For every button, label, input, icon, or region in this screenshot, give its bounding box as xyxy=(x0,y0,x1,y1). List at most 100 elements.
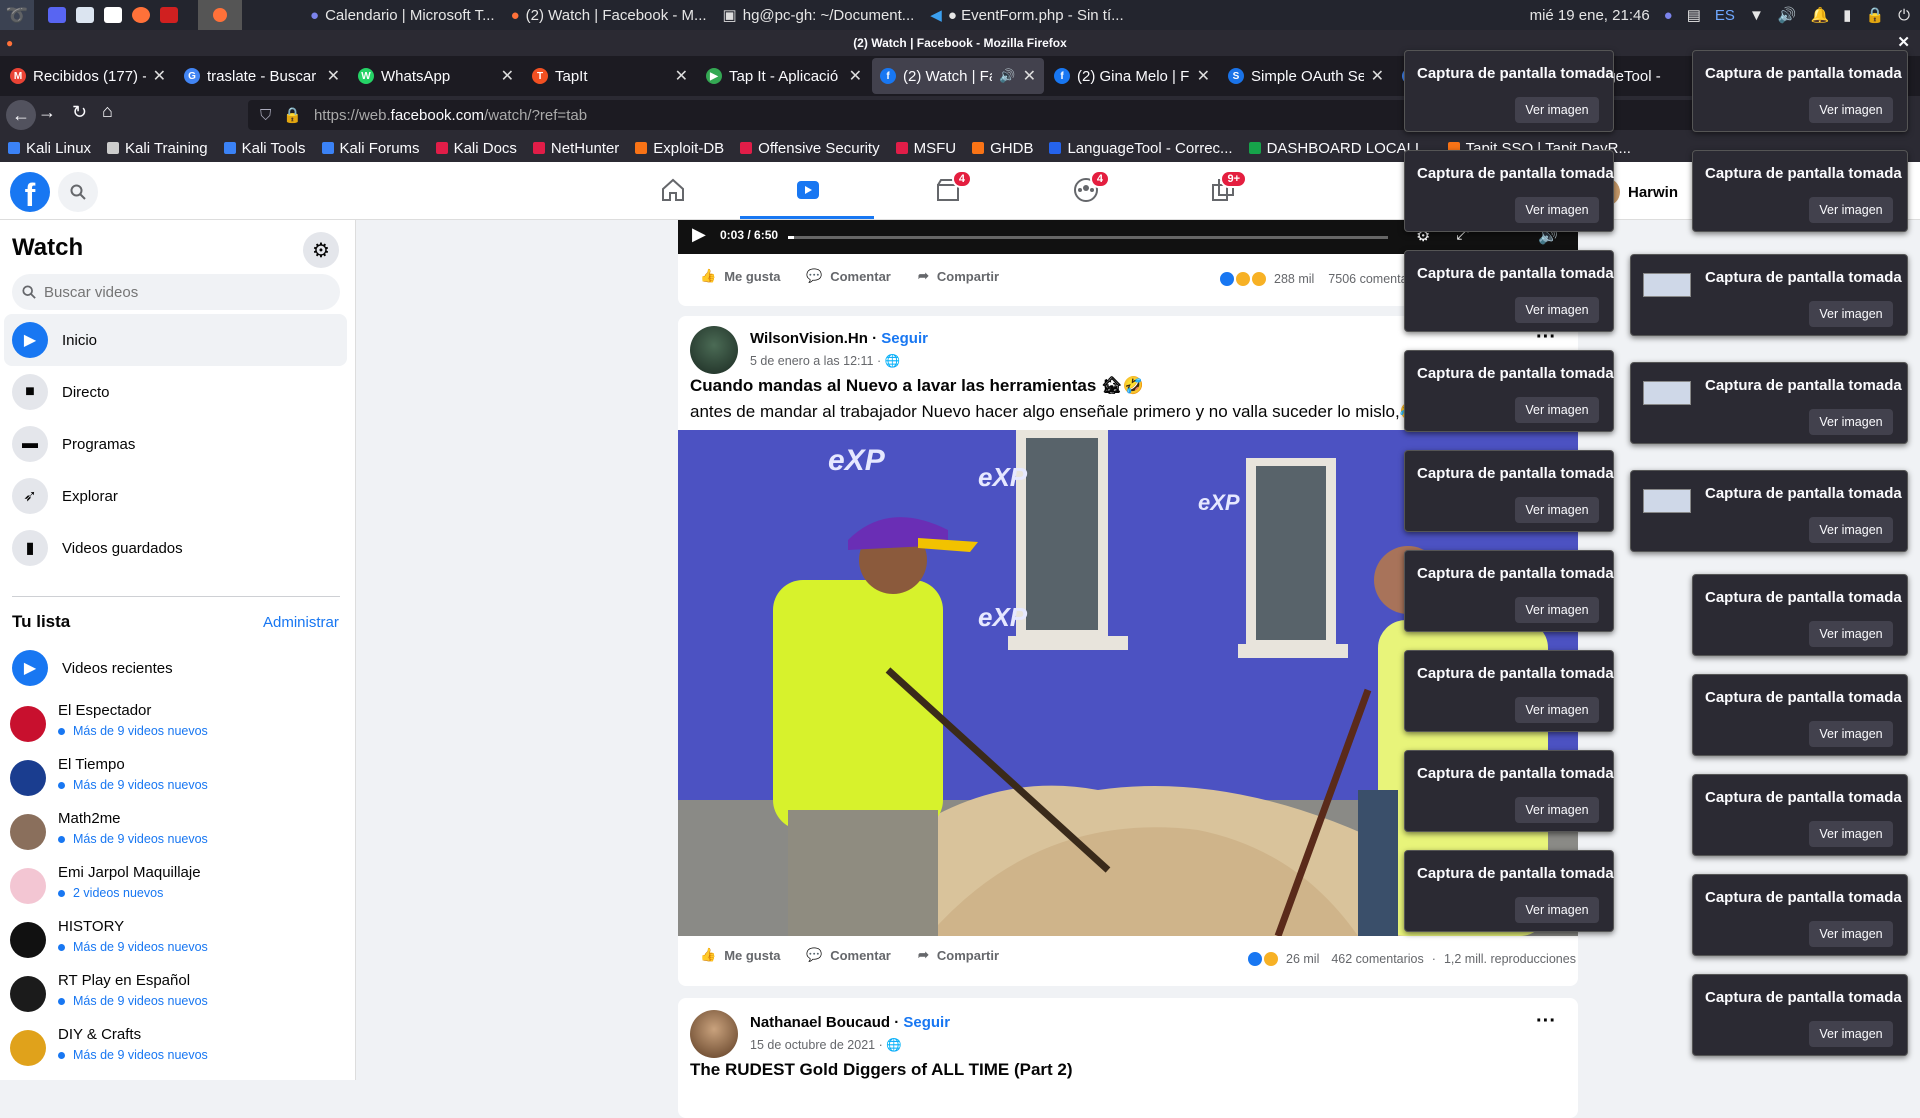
bookmark-item[interactable]: Kali Tools xyxy=(223,140,306,157)
screenshot-notification[interactable]: Captura de pantalla tomada Ver imagen xyxy=(1692,50,1908,132)
channel-item[interactable]: El Tiempo Más de 9 videos nuevos xyxy=(10,756,350,804)
view-image-button[interactable]: Ver imagen xyxy=(1809,301,1893,327)
nav-marketplace[interactable]: 4 xyxy=(928,170,972,208)
browser-tab[interactable]: M Recibidos (177) - ✕ xyxy=(2,58,174,94)
search-videos-input[interactable] xyxy=(44,283,324,301)
lock-icon[interactable]: 🔒 xyxy=(1865,6,1884,24)
nav-watch[interactable] xyxy=(788,172,828,208)
view-image-button[interactable]: Ver imagen xyxy=(1515,97,1599,123)
screenshot-notification[interactable]: Captura de pantalla tomada Ver imagen xyxy=(1692,774,1908,856)
post-author[interactable]: Nathanael Boucaud · Seguir xyxy=(750,1014,950,1031)
home-icon[interactable]: ⌂ xyxy=(102,101,113,122)
nav-gaming[interactable]: 9+ xyxy=(1203,170,1247,208)
clock[interactable]: mié 19 ene, 21:46 xyxy=(1530,7,1650,24)
active-window-button[interactable] xyxy=(198,0,242,30)
bookmark-item[interactable]: Kali Docs xyxy=(435,140,517,157)
channel-item[interactable]: El Espectador Más de 9 videos nuevos xyxy=(10,702,350,750)
tab-close-icon[interactable]: ✕ xyxy=(1197,66,1210,86)
desktop-icon[interactable] xyxy=(48,7,66,23)
post-author[interactable]: WilsonVision.Hn · Seguir xyxy=(750,330,928,347)
files-icon[interactable] xyxy=(76,7,94,23)
browser-tab[interactable]: f (2) Watch | Fa 🔊 ✕ xyxy=(872,58,1044,94)
browser-tab[interactable]: S Simple OAuth Se ✕ xyxy=(1220,58,1392,94)
taskbar-item[interactable]: ● Calendario | Microsoft T... xyxy=(302,0,503,30)
view-image-button[interactable]: Ver imagen xyxy=(1515,897,1599,923)
screenshot-notification[interactable]: Captura de pantalla tomada Ver imagen xyxy=(1692,874,1908,956)
sidebar-item-videos-guardados[interactable]: ▮ Videos guardados xyxy=(4,522,347,574)
sidebar-item-recent-videos[interactable]: ▶ Videos recientes xyxy=(4,642,347,694)
like-button[interactable]: 👍 Me gusta xyxy=(700,268,781,284)
comments-count[interactable]: 462 comentarios xyxy=(1331,952,1423,966)
sidebar-item-programas[interactable]: ▬ Programas xyxy=(4,418,347,470)
screenshot-notification[interactable]: Captura de pantalla tomada Ver imagen xyxy=(1404,750,1614,832)
terminal-launch-icon[interactable] xyxy=(160,7,178,23)
nav-home[interactable] xyxy=(653,172,693,208)
tab-close-icon[interactable]: ✕ xyxy=(501,66,514,86)
view-image-button[interactable]: Ver imagen xyxy=(1809,821,1893,847)
bookmark-item[interactable]: Kali Linux xyxy=(8,140,91,157)
screenshot-notification[interactable]: Captura de pantalla tomada Ver imagen xyxy=(1692,574,1908,656)
kali-menu-button[interactable]: ➰ xyxy=(0,0,34,30)
view-image-button[interactable]: Ver imagen xyxy=(1515,397,1599,423)
tab-close-icon[interactable]: ✕ xyxy=(675,66,688,86)
author-avatar[interactable] xyxy=(690,1010,738,1058)
screenshot-notification[interactable]: Captura de pantalla tomada Ver imagen xyxy=(1630,362,1908,444)
reactions-summary[interactable]: 26 mil 462 comentarios · 1,2 mill. repro… xyxy=(1246,950,1576,968)
video-progress-track[interactable] xyxy=(788,236,1388,239)
search-videos-field[interactable] xyxy=(12,274,340,310)
tracking-shield-icon[interactable]: ⛉ xyxy=(260,107,271,124)
like-button[interactable]: 👍 Me gusta xyxy=(700,947,781,963)
view-image-button[interactable]: Ver imagen xyxy=(1809,921,1893,947)
screenshot-notification[interactable]: Captura de pantalla tomada Ver imagen xyxy=(1404,350,1614,432)
editor-icon[interactable] xyxy=(104,7,122,23)
screenshot-notification[interactable]: Captura de pantalla tomada Ver imagen xyxy=(1404,850,1614,932)
reactions-summary[interactable]: 288 mil 7506 comenta xyxy=(1218,270,1408,288)
view-image-button[interactable]: Ver imagen xyxy=(1809,197,1893,223)
share-button[interactable]: ➦ Compartir xyxy=(918,268,999,284)
keyboard-layout[interactable]: ES xyxy=(1715,7,1735,24)
bookmark-item[interactable]: LanguageTool - Correc... xyxy=(1049,140,1233,157)
forward-icon[interactable]: → xyxy=(38,102,56,123)
settings-button[interactable]: ⚙ xyxy=(303,232,339,268)
screenshot-notification[interactable]: Captura de pantalla tomada Ver imagen xyxy=(1404,550,1614,632)
view-image-button[interactable]: Ver imagen xyxy=(1809,621,1893,647)
share-button[interactable]: ➦ Compartir xyxy=(918,947,999,963)
screenshot-notification[interactable]: Captura de pantalla tomada Ver imagen xyxy=(1404,650,1614,732)
tab-close-icon[interactable]: ✕ xyxy=(1023,66,1036,86)
screenshot-notification[interactable]: Captura de pantalla tomada Ver imagen xyxy=(1692,674,1908,756)
channel-item[interactable]: Emi Jarpol Maquillaje 2 videos nuevos xyxy=(10,864,350,912)
bookmark-item[interactable]: GHDB xyxy=(972,140,1033,157)
channel-item[interactable]: Math2me Más de 9 videos nuevos xyxy=(10,810,350,858)
view-image-button[interactable]: Ver imagen xyxy=(1809,1021,1893,1047)
volume-icon[interactable]: 🔊 xyxy=(1778,6,1797,24)
bookmark-item[interactable]: Offensive Security xyxy=(740,140,880,157)
screenshot-notification[interactable]: Captura de pantalla tomada Ver imagen xyxy=(1404,50,1614,132)
view-image-button[interactable]: Ver imagen xyxy=(1515,697,1599,723)
browser-tab[interactable]: Gtraslate - Buscar ✕ xyxy=(176,58,348,94)
screenshot-notification[interactable]: Captura de pantalla tomada Ver imagen xyxy=(1692,974,1908,1056)
comment-button[interactable]: 💬 Comentar xyxy=(806,947,891,963)
nav-groups[interactable]: 4 xyxy=(1066,170,1110,208)
view-image-button[interactable]: Ver imagen xyxy=(1515,297,1599,323)
sidebar-item-explorar[interactable]: ➶ Explorar xyxy=(4,470,347,522)
tab-close-icon[interactable]: ✕ xyxy=(849,66,862,86)
view-image-button[interactable]: Ver imagen xyxy=(1809,721,1893,747)
taskbar-item[interactable]: ◀ ● EventForm.php - Sin tí... xyxy=(922,0,1131,30)
tab-close-icon[interactable]: ✕ xyxy=(327,66,340,86)
post-date[interactable]: 15 de octubre de 2021 · 🌐 xyxy=(750,1038,902,1053)
screenshot-notification[interactable]: Captura de pantalla tomada Ver imagen xyxy=(1692,150,1908,232)
channel-item[interactable]: DIY & Crafts Más de 9 videos nuevos xyxy=(10,1026,350,1074)
browser-tab[interactable]: W WhatsApp ✕ xyxy=(350,58,522,94)
screenshot-notification[interactable]: Captura de pantalla tomada Ver imagen xyxy=(1630,470,1908,552)
play-icon[interactable]: ▶ xyxy=(692,224,706,245)
view-image-button[interactable]: Ver imagen xyxy=(1515,597,1599,623)
screenshot-notification[interactable]: Captura de pantalla tomada Ver imagen xyxy=(1630,254,1908,336)
view-image-button[interactable]: Ver imagen xyxy=(1515,497,1599,523)
tab-close-icon[interactable]: ✕ xyxy=(1371,66,1384,86)
view-image-button[interactable]: Ver imagen xyxy=(1515,197,1599,223)
channel-item[interactable]: RT Play en Español Más de 9 videos nuevos xyxy=(10,972,350,1020)
firefox-launch-icon[interactable] xyxy=(132,7,150,23)
comment-button[interactable]: 💬 Comentar xyxy=(806,268,891,284)
manage-link[interactable]: Administrar xyxy=(263,614,339,631)
facebook-logo[interactable]: f xyxy=(10,172,50,213)
